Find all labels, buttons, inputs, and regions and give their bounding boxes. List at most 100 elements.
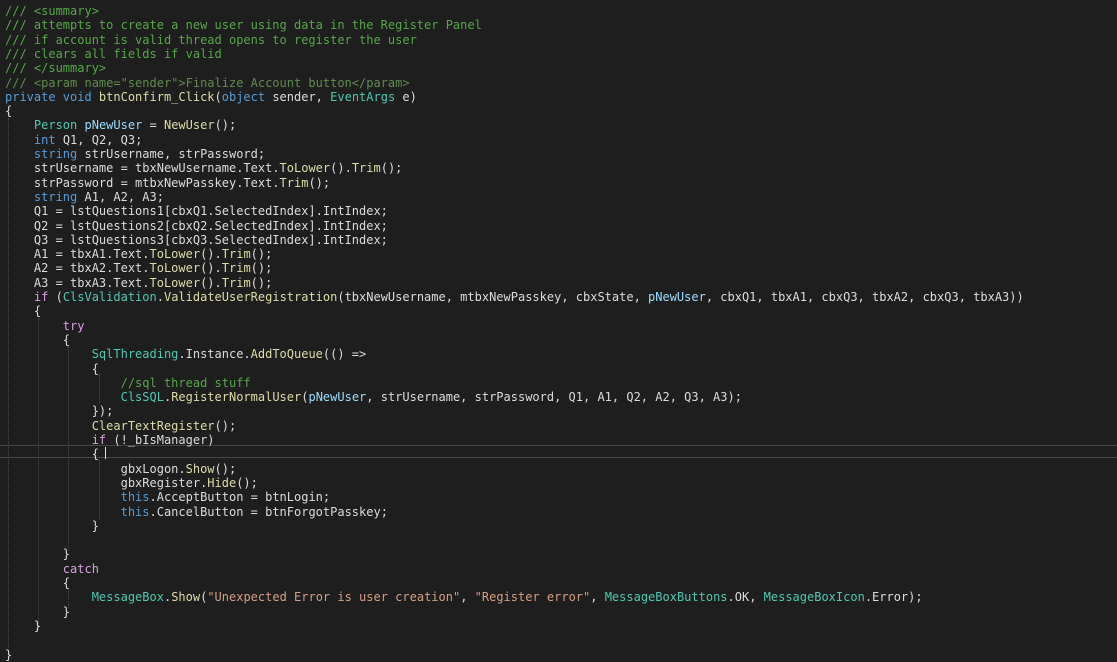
code-line: /// attempts to create a new user using … <box>0 18 1117 32</box>
code-line: try <box>0 319 1117 333</box>
code-token-keyword: int <box>33 132 56 147</box>
code-token-default: (); <box>250 275 273 290</box>
code-line: string strUsername, strPassword; <box>0 147 1117 161</box>
code-token-default: sender, <box>265 89 331 104</box>
code-token-default: (); <box>250 261 273 276</box>
code-token-string: "Register error" <box>474 590 591 605</box>
code-token-type: MessageBoxIcon <box>763 590 865 605</box>
code-line: } <box>0 605 1117 619</box>
code-line: string A1, A2, A3; <box>0 190 1117 204</box>
code-token-method: Hide <box>207 475 237 490</box>
code-token-default: gbxLogon. <box>5 461 186 476</box>
code-token-variable: pNewUser <box>648 290 706 304</box>
code-token-default: . <box>156 290 164 304</box>
code-line: A1 = tbxA1.Text.ToLower().Trim(); <box>0 247 1117 261</box>
code-token-default: A2 = tbxA2.Text. <box>5 261 150 276</box>
code-line: A2 = tbxA2.Text.ToLower().Trim(); <box>0 261 1117 275</box>
code-line: catch <box>0 562 1117 576</box>
code-token-default: strPassword = mtbxNewPasskey.Text. <box>5 175 280 190</box>
code-token-default: A1, A2, A3; <box>77 189 164 204</box>
code-token-default: (); <box>214 118 237 133</box>
code-line: { <box>0 362 1117 376</box>
code-token-variable: pNewUser <box>84 118 143 133</box>
code-token-string: "Unexpected Error is user creation" <box>207 590 461 605</box>
code-token-default: { <box>5 332 71 347</box>
code-token-default <box>5 147 34 161</box>
code-token-default: Q1 = lstQuestions1[cbxQ1.SelectedIndex].… <box>5 204 388 219</box>
code-token-method: Trim <box>279 175 309 190</box>
code-token-default: (tbxNewUsername, mtbxNewPasskey, cbxStat… <box>337 290 649 304</box>
code-token-default <box>5 419 92 433</box>
code-token-method: ValidateUserRegistration <box>163 290 338 304</box>
code-token-keyword: string <box>33 147 78 161</box>
code-token-default: { <box>5 104 13 119</box>
code-token-type: Person <box>33 118 78 133</box>
code-token-variable: pNewUser <box>308 390 367 405</box>
code-token-comment: /// clears all fields if valid <box>5 46 222 61</box>
code-token-method: AddToQueue <box>250 347 323 362</box>
code-token-default <box>5 133 34 147</box>
code-token-default: (). <box>330 161 352 176</box>
code-line: { <box>0 447 1117 461</box>
code-line: Person pNewUser = NewUser(); <box>0 118 1117 132</box>
code-token-comment: /// if account is valid thread opens to … <box>5 32 417 47</box>
code-line: } <box>0 648 1117 662</box>
code-editor[interactable]: /// <summary>/// attempts to create a ne… <box>0 0 1117 662</box>
code-token-default: (() => <box>322 347 367 362</box>
code-token-default <box>5 490 121 504</box>
code-line: strUsername = tbxNewUsername.Text.ToLowe… <box>0 161 1117 175</box>
code-token-method: ToLower <box>279 161 331 176</box>
code-token-method: Trim <box>221 261 251 276</box>
code-token-default: } <box>5 604 71 619</box>
code-token-default: , cbxQ1, tbxA1, cbxQ3, tbxA2, cbxQ3, tbx… <box>705 290 1024 304</box>
code-token-method: RegisterNormalUser <box>171 390 302 405</box>
code-token-default: gbxRegister. <box>5 475 208 490</box>
code-line: /// if account is valid thread opens to … <box>0 33 1117 47</box>
code-line: private void btnConfirm_Click(object sen… <box>0 90 1117 104</box>
code-line: ClearTextRegister(); <box>0 419 1117 433</box>
code-line: }); <box>0 404 1117 418</box>
code-token-default: { <box>5 447 99 462</box>
code-token-default: }); <box>5 404 114 419</box>
code-token-keyword: string <box>33 189 78 204</box>
code-line: SqlThreading.Instance.AddToQueue(() => <box>0 347 1117 361</box>
code-line: /// </summary> <box>0 61 1117 75</box>
code-token-default <box>5 347 92 361</box>
code-token-default: { <box>5 576 71 590</box>
code-token-default: Q3 = lstQuestions3[cbxQ3.SelectedIndex].… <box>5 232 388 247</box>
code-token-default <box>77 118 84 132</box>
code-token-default: .Error); <box>864 590 923 605</box>
code-token-default: (); <box>250 247 273 262</box>
code-token-default: (); <box>380 161 403 176</box>
code-token-keyword: object <box>221 89 266 104</box>
code-token-comment: //sql thread stuff <box>120 375 251 390</box>
code-token-method: Trim <box>221 275 251 290</box>
code-line: { <box>0 333 1117 347</box>
code-line: } <box>0 619 1117 633</box>
code-token-default: strUsername, strPassword; <box>77 147 266 161</box>
code-token-method: btnConfirm_Click <box>98 89 215 104</box>
code-token-type: MessageBoxButtons <box>604 590 728 605</box>
code-token-type: SqlThreading <box>91 347 179 362</box>
code-token-default: e) <box>395 89 417 104</box>
code-line: /// <param name="sender">Finalize Accoun… <box>0 76 1117 90</box>
code-token-comment: /// attempts to create a new user using … <box>5 18 482 33</box>
code-line: } <box>0 547 1117 561</box>
code-line: this.CancelButton = btnForgotPasskey; <box>0 505 1117 519</box>
code-line: { <box>0 304 1117 318</box>
code-token-control: if <box>33 290 49 304</box>
code-token-default: , <box>460 590 475 605</box>
code-token-default: } <box>5 518 99 533</box>
code-token-default <box>5 562 63 576</box>
code-line: if (ClsValidation.ValidateUserRegistrati… <box>0 290 1117 304</box>
code-token-type: ClsValidation <box>62 290 157 304</box>
code-line: strPassword = mtbxNewPasskey.Text.Trim()… <box>0 176 1117 190</box>
code-token-default <box>5 118 34 132</box>
code-token-default: strUsername = tbxNewUsername.Text. <box>5 161 280 176</box>
code-line: { <box>0 576 1117 590</box>
code-token-default <box>5 505 121 519</box>
code-token-default: , <box>590 590 605 605</box>
code-token-default: A1 = tbxA1.Text. <box>5 247 150 262</box>
